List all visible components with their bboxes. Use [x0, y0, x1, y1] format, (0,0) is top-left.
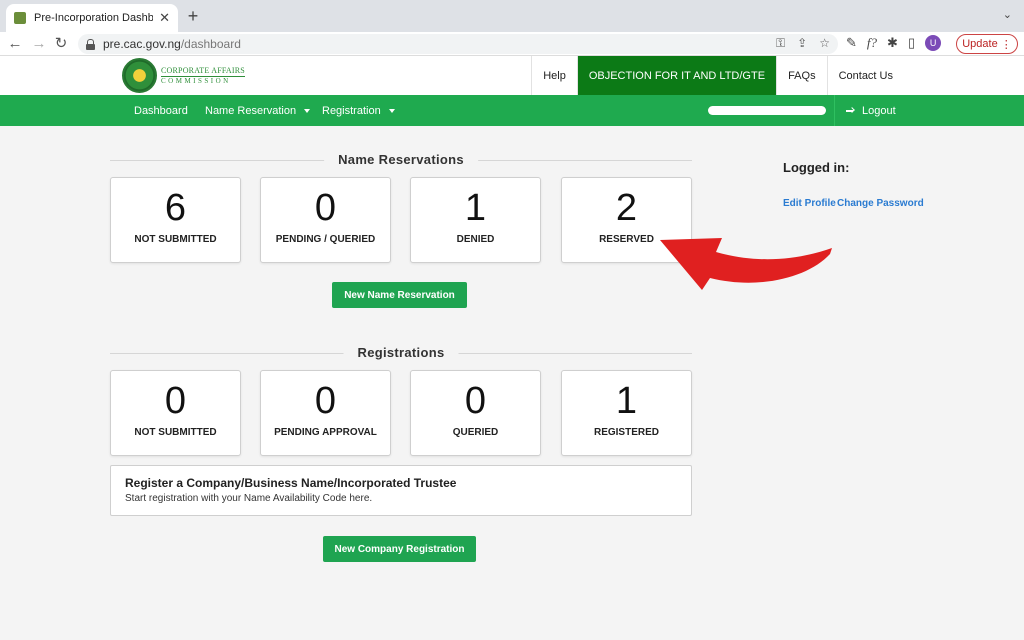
site-header: CORPORATE AFFAIRS COMMISSION Help OBJECT… — [0, 56, 1024, 95]
browser-tab[interactable]: Pre-Incorporation Dashboard ✕ — [6, 4, 178, 32]
chevron-down-icon[interactable]: ⌄ — [1003, 8, 1012, 21]
new-tab-icon[interactable]: + — [184, 6, 202, 27]
cac-logo[interactable]: CORPORATE AFFAIRS COMMISSION — [122, 58, 245, 93]
card-count: 1 — [615, 380, 638, 422]
top-links: Help OBJECTION FOR IT AND LTD/GTE FAQs C… — [531, 56, 904, 95]
update-label: Update — [962, 38, 998, 50]
card-label: QUERIED — [452, 427, 499, 438]
objection-link[interactable]: OBJECTION FOR IT AND LTD/GTE — [576, 56, 777, 95]
sidebar-icon[interactable]: ▯ — [908, 35, 915, 51]
registration-card-not-submitted[interactable]: 0 NOT SUBMITTED — [110, 370, 241, 456]
favicon-icon — [14, 12, 26, 24]
change-password-link[interactable]: Change Password — [837, 198, 924, 209]
card-count: 0 — [314, 187, 337, 229]
cac-seal-icon — [122, 58, 157, 93]
update-button[interactable]: Update ⋮ — [956, 34, 1018, 54]
reservation-card-denied[interactable]: 1 DENIED — [410, 177, 541, 263]
card-count: 0 — [464, 380, 487, 422]
more-icon: ⋮ — [1000, 38, 1012, 51]
address-bar[interactable]: pre.cac.gov.ng/dashboard ⚿ ⇪ ☆ — [78, 34, 838, 54]
key-icon[interactable]: ⚿ — [776, 36, 785, 51]
card-label: PENDING / QUERIED — [275, 234, 376, 245]
card-count: 0 — [164, 380, 187, 422]
url-domain: pre.cac.gov.ng — [103, 37, 181, 51]
registrations-title: Registrations — [343, 343, 459, 363]
nav-dashboard[interactable]: Dashboard — [134, 95, 188, 126]
arrow-body — [660, 238, 832, 290]
registrations-heading: Registrations — [110, 343, 692, 363]
lock-icon — [86, 38, 95, 50]
contact-link[interactable]: Contact Us — [826, 56, 904, 95]
faqs-link[interactable]: FAQs — [776, 56, 827, 95]
logout-label: Logout — [862, 104, 896, 117]
forward-icon[interactable]: → — [30, 35, 48, 53]
logout-link[interactable]: Logout — [846, 95, 896, 126]
url-path: /dashboard — [180, 37, 241, 51]
browser-tabstrip: Pre-Incorporation Dashboard ✕ + ⌄ — [0, 0, 1024, 32]
card-count: 0 — [314, 380, 337, 422]
register-entity-panel[interactable]: Register a Company/Business Name/Incorpo… — [110, 465, 692, 516]
name-reservations-heading: Name Reservations — [110, 150, 692, 170]
card-count: 1 — [464, 187, 487, 229]
caret-down-icon — [304, 108, 311, 113]
registration-card-registered[interactable]: 1 REGISTERED — [561, 370, 692, 456]
edit-profile-link[interactable]: Edit Profile — [783, 198, 836, 209]
registration-card-queried[interactable]: 0 QUERIED — [410, 370, 541, 456]
logout-icon — [846, 106, 856, 115]
nav-registration[interactable]: Registration — [322, 95, 395, 126]
new-company-registration-button[interactable]: New Company Registration — [323, 536, 476, 562]
browser-toolbar: ← → ↻ pre.cac.gov.ng/dashboard ⚿ ⇪ ☆ ✎ f… — [0, 32, 1024, 56]
back-icon[interactable]: ← — [6, 35, 24, 53]
card-label: NOT SUBMITTED — [134, 427, 217, 438]
pen-extension-icon[interactable]: ✎ — [846, 35, 857, 51]
logged-in-heading: Logged in: — [783, 160, 850, 175]
help-link[interactable]: Help — [531, 56, 577, 95]
star-icon[interactable]: ☆ — [819, 36, 830, 51]
close-icon[interactable]: ✕ — [159, 10, 170, 26]
caret-down-icon — [388, 108, 395, 113]
red-arrow-annotation — [660, 238, 832, 290]
nav-divider — [834, 95, 835, 126]
puzzle-icon[interactable]: ✱ — [887, 35, 898, 51]
card-label: NOT SUBMITTED — [134, 234, 217, 245]
profile-avatar[interactable]: U — [925, 35, 942, 51]
card-label: REGISTERED — [593, 427, 659, 438]
nav-name-reservation[interactable]: Name Reservation — [205, 95, 311, 126]
nav-registration-label: Registration — [322, 104, 381, 117]
reservation-card-not-submitted[interactable]: 6 NOT SUBMITTED — [110, 177, 241, 263]
register-panel-title: Register a Company/Business Name/Incorpo… — [125, 476, 457, 490]
card-count: 6 — [164, 187, 187, 229]
reload-icon[interactable]: ↻ — [52, 35, 70, 53]
card-label: PENDING APPROVAL — [274, 427, 377, 438]
logo-line2: COMMISSION — [161, 76, 231, 85]
tab-title: Pre-Incorporation Dashboard — [34, 12, 154, 24]
logo-line1: CORPORATE AFFAIRS — [161, 65, 245, 77]
register-panel-subtitle: Start registration with your Name Availa… — [125, 493, 373, 504]
nav-name-reservation-label: Name Reservation — [205, 104, 297, 117]
new-name-reservation-button[interactable]: New Name Reservation — [332, 282, 467, 308]
card-label: DENIED — [456, 234, 495, 245]
reservation-card-pending[interactable]: 0 PENDING / QUERIED — [260, 177, 391, 263]
user-name-redacted[interactable] — [708, 106, 826, 115]
share-icon[interactable]: ⇪ — [797, 36, 807, 51]
formula-extension-icon[interactable]: f? — [867, 35, 877, 51]
name-reservations-title: Name Reservations — [324, 150, 478, 170]
registration-card-pending-approval[interactable]: 0 PENDING APPROVAL — [260, 370, 391, 456]
